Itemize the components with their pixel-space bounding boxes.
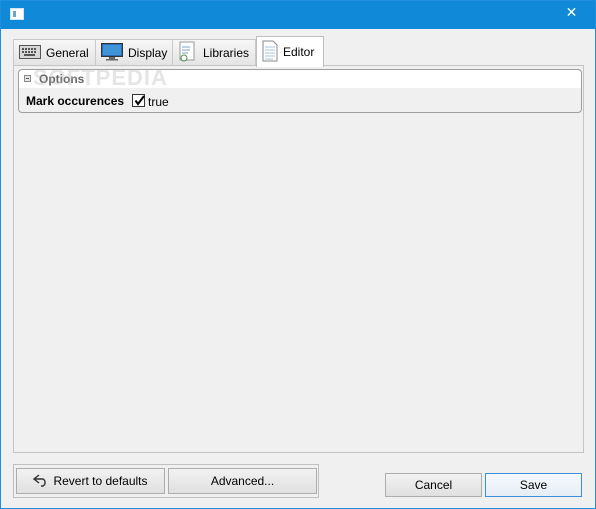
- tab-general-label: General: [46, 46, 89, 60]
- checkmark-icon: [134, 95, 145, 106]
- keyboard-icon: [19, 44, 41, 62]
- document-icon: [262, 40, 278, 65]
- tab-general[interactable]: General: [13, 39, 96, 66]
- advanced-button[interactable]: Advanced...: [168, 468, 317, 494]
- title-bar[interactable]: ✕: [1, 1, 595, 29]
- close-button[interactable]: ✕: [549, 1, 594, 23]
- revert-to-defaults-label: Revert to defaults: [53, 474, 148, 488]
- app-icon: [10, 8, 24, 20]
- bottom-left-panel: Revert to defaults Advanced...: [13, 464, 319, 498]
- tab-editor[interactable]: Editor: [256, 36, 324, 67]
- editor-tab-content: Options Mark occurences true: [13, 65, 584, 453]
- tab-libraries[interactable]: Libraries: [172, 39, 256, 66]
- cancel-label: Cancel: [414, 478, 453, 492]
- close-icon: ✕: [565, 4, 578, 20]
- monitor-icon: [101, 42, 123, 64]
- revert-to-defaults-button[interactable]: Revert to defaults: [16, 468, 165, 494]
- tab-editor-label: Editor: [283, 45, 315, 59]
- save-label: Save: [519, 478, 548, 492]
- tab-display-label: Display: [128, 46, 168, 60]
- tab-display[interactable]: Display: [95, 39, 173, 66]
- collapse-icon[interactable]: [24, 75, 31, 82]
- advanced-label: Advanced...: [210, 474, 275, 488]
- mark-occurences-checkbox[interactable]: [132, 94, 145, 107]
- mark-occurences-value: true: [148, 95, 169, 109]
- tab-libraries-label: Libraries: [203, 46, 250, 60]
- cancel-button[interactable]: Cancel: [385, 473, 482, 497]
- revert-icon: [33, 473, 49, 490]
- save-button[interactable]: Save: [485, 473, 582, 497]
- libraries-icon: [178, 41, 198, 66]
- watermark: SOFTPEDIA: [33, 65, 168, 90]
- preferences-window: ✕ General Display Libraries Editor Optio…: [0, 0, 596, 509]
- mark-occurences-label: Mark occurences: [26, 94, 125, 108]
